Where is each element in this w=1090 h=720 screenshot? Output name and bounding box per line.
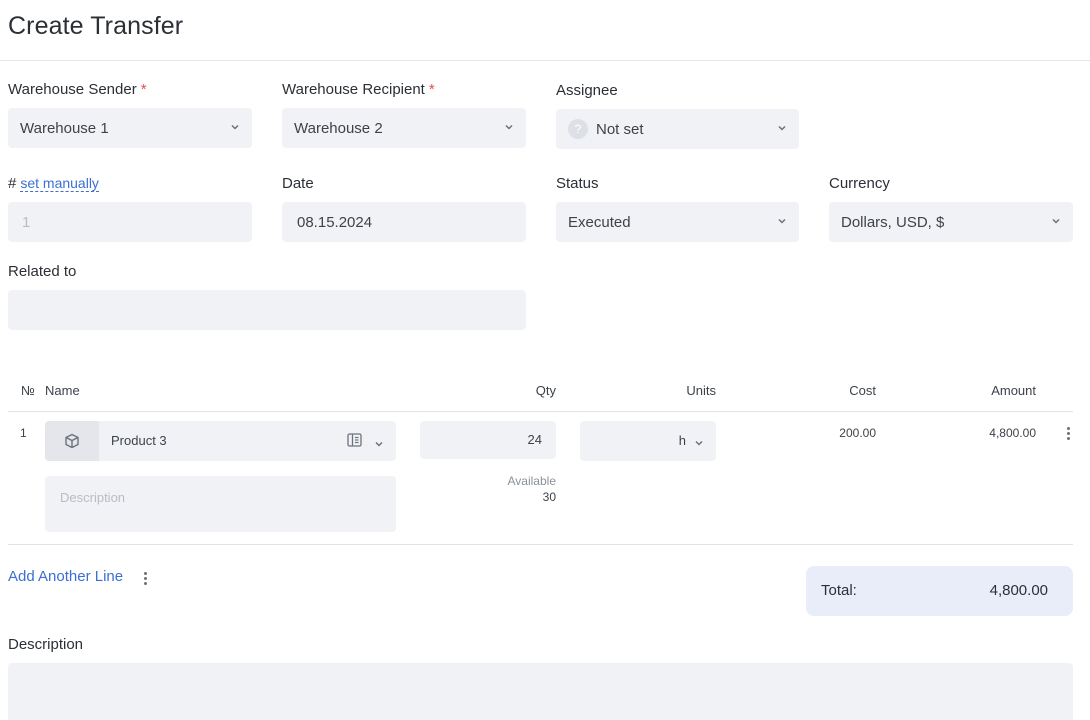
total-value: 4,800.00 (989, 582, 1048, 599)
amount-value: 4,800.00 (989, 426, 1036, 440)
currency-label: Currency (829, 175, 890, 192)
chevron-down-icon (777, 216, 787, 226)
assignee-label: Assignee (556, 82, 618, 99)
column-header-units: Units (686, 383, 716, 398)
product-select[interactable]: Product 3 (45, 421, 396, 461)
avatar: ? (568, 119, 588, 139)
cube-icon (45, 421, 99, 461)
panel-icon[interactable] (347, 433, 362, 452)
related-to-input[interactable] (8, 290, 526, 330)
warehouse-recipient-value: Warehouse 2 (294, 119, 383, 137)
warehouse-sender-select[interactable]: Warehouse 1 (8, 108, 252, 148)
total-summary: Total: 4,800.00 (806, 566, 1073, 616)
number-placeholder: 1 (22, 213, 31, 231)
required-mark: * (140, 81, 147, 98)
add-line-menu-kebab-icon[interactable] (144, 572, 147, 585)
chevron-down-icon (1051, 216, 1061, 226)
warehouse-recipient-select[interactable]: Warehouse 2 (282, 108, 526, 148)
number-label: # set manually (8, 175, 99, 192)
chevron-down-icon (694, 436, 704, 451)
product-name: Product 3 (111, 433, 167, 448)
line-description-input[interactable]: Description (45, 476, 396, 532)
row-menu-kebab-icon[interactable] (1067, 427, 1070, 440)
set-manually-link[interactable]: set manually (20, 175, 99, 192)
page-header: Create Transfer (0, 0, 1090, 61)
status-select[interactable]: Executed (556, 202, 799, 242)
chevron-down-icon (777, 123, 787, 133)
units-value: h (678, 433, 686, 448)
available-value: 30 (542, 490, 556, 504)
number-input[interactable]: 1 (8, 202, 252, 242)
column-header-amount: Amount (991, 383, 1036, 398)
column-header-cost: Cost (849, 383, 876, 398)
status-label: Status (556, 175, 599, 192)
add-another-line-link[interactable]: Add Another Line (8, 568, 123, 585)
related-to-label: Related to (8, 263, 77, 280)
description-label: Description (8, 636, 84, 653)
status-value: Executed (568, 213, 631, 231)
currency-select[interactable]: Dollars, USD, $ (829, 202, 1073, 242)
table-header-divider (8, 411, 1073, 412)
warehouse-sender-value: Warehouse 1 (20, 119, 109, 137)
column-header-name: Name (45, 383, 80, 398)
description-textarea[interactable] (8, 663, 1073, 720)
required-mark: * (428, 81, 435, 98)
line-description-placeholder: Description (60, 490, 126, 505)
date-value: 08.15.2024 (297, 213, 373, 231)
assignee-value: Not set (596, 120, 644, 138)
available-label: Available (507, 474, 556, 488)
warehouse-recipient-label: Warehouse Recipient * (282, 81, 435, 98)
date-input[interactable]: 08.15.2024 (282, 202, 526, 242)
chevron-down-icon[interactable] (374, 436, 384, 454)
total-label: Total: (821, 582, 857, 599)
chevron-down-icon (504, 122, 514, 132)
cost-value: 200.00 (839, 426, 876, 440)
table-footer-divider (8, 544, 1073, 545)
currency-value: Dollars, USD, $ (841, 213, 945, 231)
row-number: 1 (20, 426, 27, 440)
page-title: Create Transfer (8, 12, 184, 40)
column-header-qty: Qty (535, 383, 556, 398)
qty-input[interactable]: 24 (420, 421, 556, 459)
units-select[interactable]: h (580, 421, 716, 461)
column-header-no: № (21, 383, 35, 398)
assignee-select[interactable]: ? Not set (556, 109, 799, 149)
warehouse-sender-label: Warehouse Sender * (8, 81, 147, 98)
date-label: Date (282, 175, 314, 192)
chevron-down-icon (230, 122, 240, 132)
